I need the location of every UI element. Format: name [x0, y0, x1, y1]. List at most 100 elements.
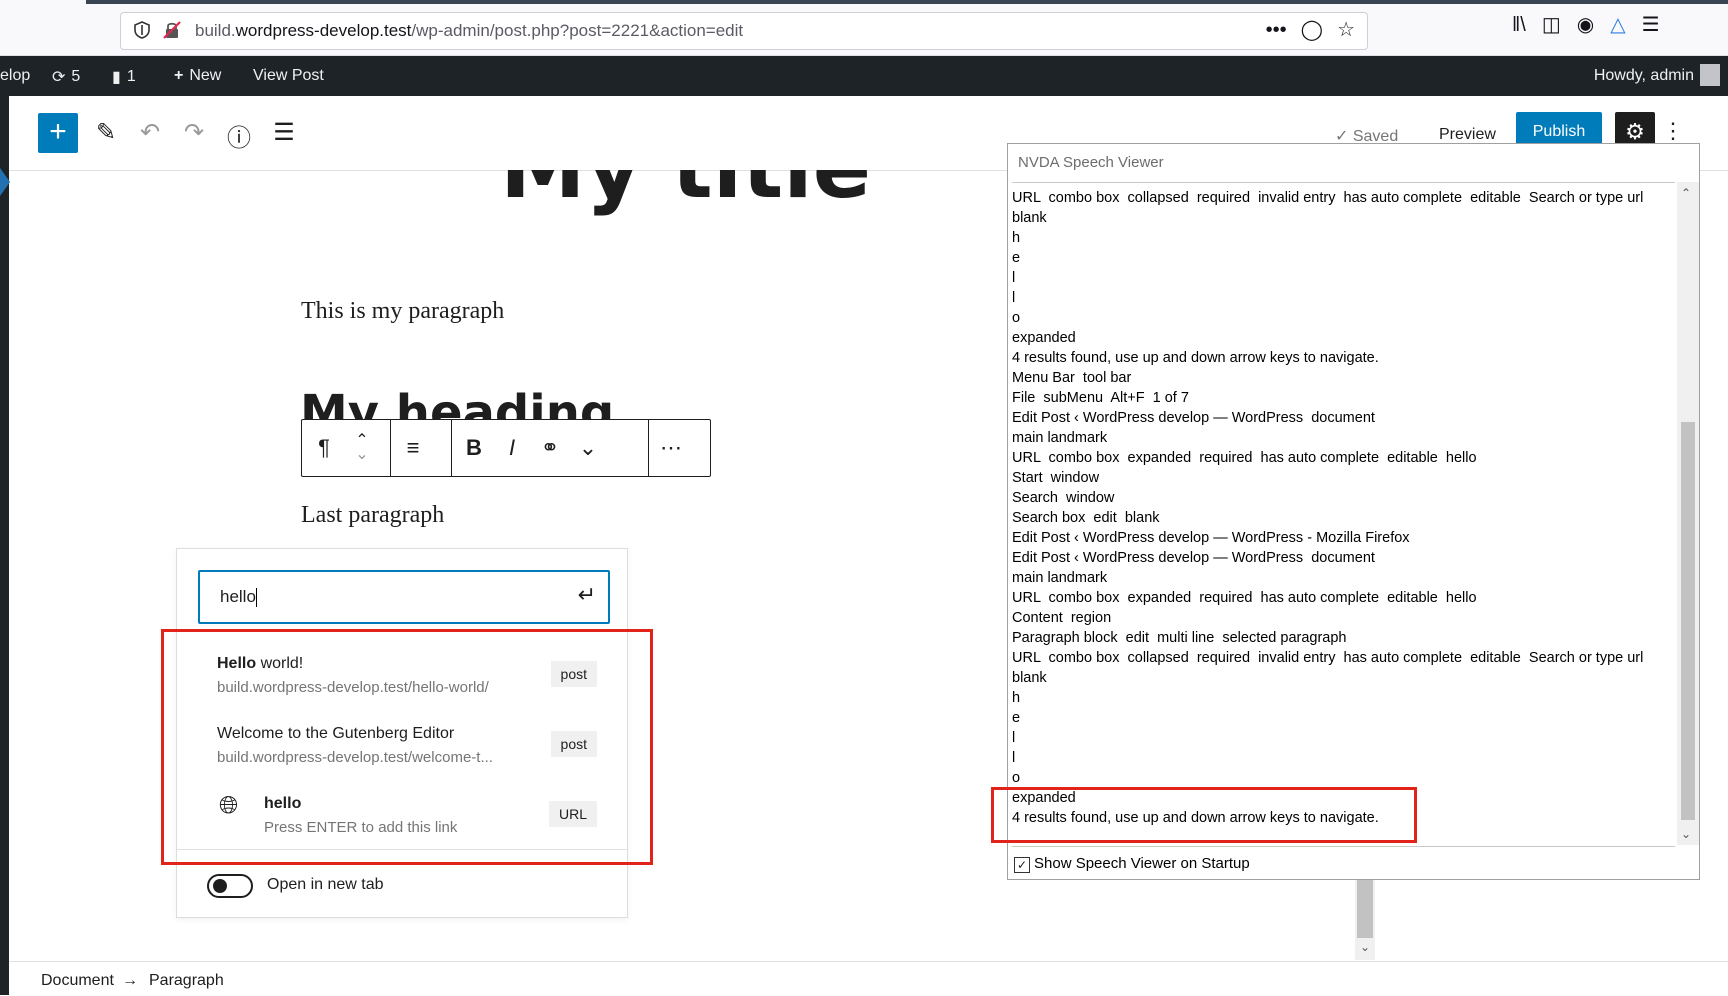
speech-log-line: URL combo box collapsed required invalid… — [1012, 650, 1644, 666]
speech-log-line: main landmark — [1012, 570, 1108, 586]
updates-icon: ⟳ — [52, 69, 66, 86]
extension-icon[interactable]: △ — [1610, 14, 1625, 36]
speech-log-line: blank — [1012, 670, 1047, 686]
url-text[interactable]: build.wordpress-develop.test/wp-admin/po… — [195, 21, 743, 41]
site-name-link[interactable]: elop — [0, 67, 30, 85]
link-icon[interactable]: ⚭ — [538, 435, 562, 461]
speech-log-scrollbar[interactable]: ⌃ ⌄ — [1677, 182, 1699, 845]
align-left-icon[interactable]: ≡ — [401, 435, 425, 461]
speech-log-line: Edit Post ‹ WordPress develop — WordPres… — [1012, 530, 1410, 546]
speech-log-line: e — [1012, 250, 1021, 266]
insecure-lock-icon[interactable] — [163, 21, 181, 39]
plus-icon: + — [174, 67, 184, 84]
edit-tools-icon[interactable]: ✎ — [91, 118, 121, 147]
speech-log-line: expanded — [1012, 330, 1076, 346]
text-caret — [255, 588, 257, 608]
comments-link[interactable]: ▮ 1 — [112, 67, 136, 87]
menu-icon[interactable]: ☰ — [1642, 14, 1660, 36]
speech-log-line: l — [1012, 290, 1016, 306]
speech-log-line: h — [1012, 690, 1021, 706]
scroll-down-arrow-icon[interactable]: ⌄ — [1681, 827, 1691, 841]
view-post-label: View Post — [253, 67, 324, 84]
url-domain: wordpress-develop.test — [235, 21, 412, 40]
paragraph-transform-icon[interactable]: ¶ — [312, 435, 336, 461]
toggle-knob — [213, 879, 227, 893]
link-input-value: hello — [220, 587, 256, 606]
speech-log-line: main landmark — [1012, 430, 1108, 446]
pocket-icon[interactable]: ◯ — [1301, 19, 1323, 41]
scroll-up-arrow-icon[interactable]: ⌃ — [1681, 186, 1691, 200]
move-up-down-icon[interactable]: ⌃ ⌄ — [350, 433, 374, 463]
redo-icon[interactable]: ↷ — [179, 118, 209, 147]
url-path: /wp-admin/post.php?post=2221&action=edit — [411, 21, 744, 40]
updates-link[interactable]: ⟳ 5 — [52, 67, 80, 87]
info-icon[interactable]: ⓘ — [224, 118, 254, 153]
sidebar-icon[interactable]: ◫ — [1542, 14, 1561, 36]
new-label: New — [189, 67, 222, 84]
avatar[interactable] — [1700, 64, 1720, 86]
more-rich-text-icon[interactable]: ⋯ — [659, 435, 683, 461]
breadcrumb-document[interactable]: Document — [41, 972, 114, 990]
shield-icon[interactable] — [133, 21, 151, 39]
speech-log-line: l — [1012, 750, 1016, 766]
speech-log-line: blank — [1012, 210, 1047, 226]
speech-log-line: 4 results found, use up and down arrow k… — [1012, 350, 1379, 366]
nvda-speech-viewer-window: NVDA Speech Viewer URL combo box collaps… — [1007, 143, 1700, 880]
speech-log-line: Search window — [1012, 490, 1115, 506]
italic-icon[interactable]: I — [500, 435, 524, 461]
link-url-input[interactable]: hello ↵ — [198, 570, 610, 624]
more-options-icon[interactable]: ⋮ — [1662, 118, 1684, 144]
library-icon[interactable]: ‖\ — [1512, 14, 1526, 36]
scrollbar-thumb[interactable] — [1357, 878, 1373, 938]
speech-log-line: e — [1012, 710, 1021, 726]
chevron-down-icon[interactable]: ⌄ — [576, 435, 600, 461]
page-actions-icon[interactable]: ••• — [1266, 19, 1287, 41]
startup-checkbox-label: Show Speech Viewer on Startup — [1034, 855, 1250, 872]
paragraph-block-last[interactable]: Last paragraph — [301, 502, 444, 529]
open-new-tab-label: Open in new tab — [267, 876, 384, 893]
nvda-window-title: NVDA Speech Viewer — [1018, 154, 1164, 171]
speech-log-line: l — [1012, 270, 1016, 286]
account-icon[interactable]: ◉ — [1577, 14, 1594, 36]
speech-log-line: Start window — [1012, 470, 1100, 486]
block-inserter-button[interactable]: + — [38, 113, 78, 153]
enter-icon[interactable]: ↵ — [578, 582, 596, 608]
comment-icon: ▮ — [112, 69, 121, 86]
howdy-link[interactable]: Howdy, admin — [1594, 67, 1694, 85]
bookmark-star-icon[interactable]: ☆ — [1337, 19, 1355, 41]
speech-log-line: URL combo box collapsed required invalid… — [1012, 190, 1644, 206]
undo-icon[interactable]: ↶ — [135, 118, 165, 147]
admin-menu-indicator — [0, 168, 10, 196]
speech-log-line: File subMenu Alt+F 1 of 7 — [1012, 390, 1189, 406]
view-post-link[interactable]: View Post — [253, 67, 324, 85]
highlight-box-results-announcement — [991, 787, 1417, 843]
editor-scrollbar[interactable]: ⌄ — [1355, 878, 1375, 960]
tab-strip — [86, 0, 1728, 4]
highlight-box-suggestions — [161, 629, 653, 865]
block-breadcrumb: Document → Paragraph — [9, 961, 1728, 996]
speech-log-line: o — [1012, 310, 1021, 326]
url-prefix: build. — [195, 21, 236, 40]
preview-button[interactable]: Preview — [1439, 126, 1496, 144]
new-content-link[interactable]: + New — [174, 67, 221, 85]
comments-count: 1 — [126, 68, 136, 85]
scrollbar-thumb[interactable] — [1681, 422, 1695, 820]
url-bar[interactable]: build.wordpress-develop.test/wp-admin/po… — [120, 12, 1368, 50]
browser-toolbar: build.wordpress-develop.test/wp-admin/po… — [0, 0, 1728, 56]
open-new-tab-toggle[interactable] — [207, 874, 253, 898]
breadcrumb-paragraph[interactable]: Paragraph — [149, 972, 224, 990]
scroll-down-arrow-icon[interactable]: ⌄ — [1360, 940, 1370, 954]
list-view-icon[interactable]: ☰ — [269, 118, 299, 147]
paragraph-block[interactable]: This is my paragraph — [301, 298, 504, 325]
speech-log-line: Content region — [1012, 610, 1112, 626]
updates-count: 5 — [71, 68, 81, 85]
speech-log[interactable]: URL combo box collapsed required invalid… — [1012, 182, 1675, 847]
breadcrumb-arrow: → — [122, 972, 138, 989]
bold-icon[interactable]: B — [462, 435, 486, 461]
speech-log-line: Menu Bar tool bar — [1012, 370, 1132, 386]
speech-log-line: o — [1012, 770, 1021, 786]
speech-log-line: Paragraph block edit multi line selected… — [1012, 630, 1347, 646]
startup-checkbox[interactable]: ✓ — [1014, 857, 1030, 873]
speech-log-line: URL combo box expanded required has auto… — [1012, 450, 1477, 466]
heading-block[interactable]: My heading — [300, 382, 614, 420]
